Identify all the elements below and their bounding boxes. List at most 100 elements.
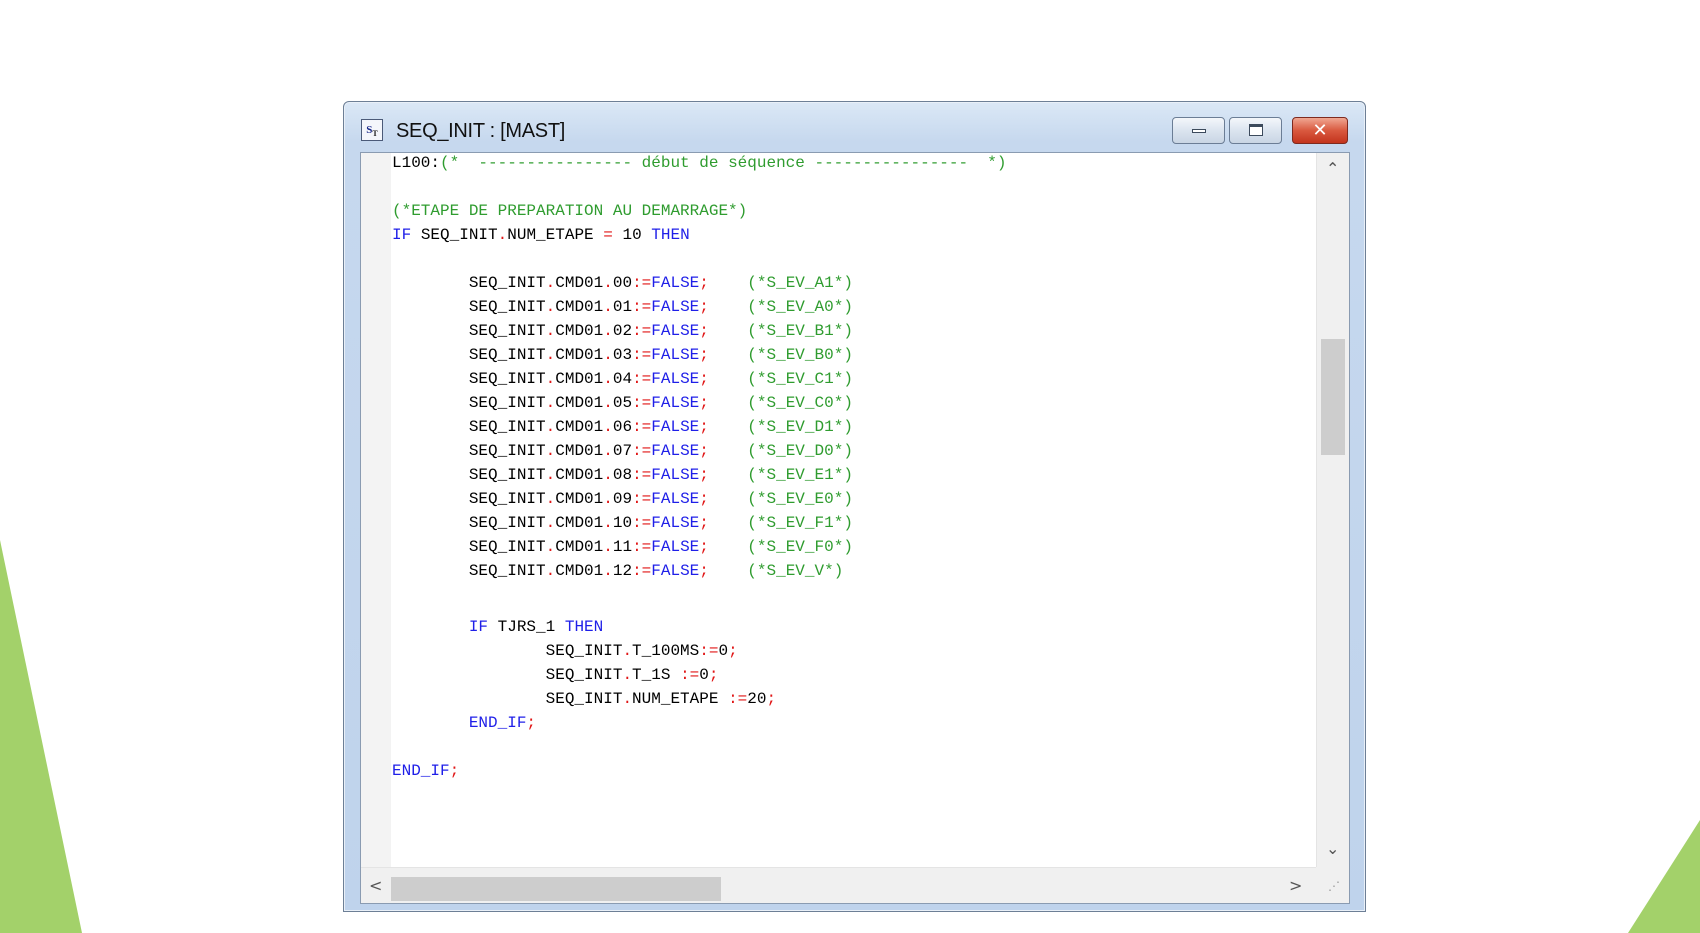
code-token: . [603,490,613,508]
code-token: . [545,514,556,532]
slide-accent-left [0,540,82,933]
code-token: SEQ_INIT [392,322,546,340]
code-line[interactable]: SEQ_INIT.CMD01.06:=FALSE; (*S_EV_D1*) [392,417,853,437]
code-token: (*S_EV_D1*) [708,418,853,436]
code-token: . [545,370,556,388]
maximize-button[interactable] [1229,117,1282,144]
code-token: . [603,538,613,556]
code-token: THEN [564,618,604,636]
resize-grip-icon[interactable]: ⋰ [1316,867,1349,903]
horizontal-scrollbar[interactable]: < > [361,867,1316,903]
code-token: 09 [612,490,633,508]
code-token: SEQ_INIT [392,274,546,292]
code-token: 12 [612,562,633,580]
code-editor[interactable]: L100:(* ---------------- début de séquen… [392,153,1316,867]
code-line[interactable]: SEQ_INIT.CMD01.10:=FALSE; (*S_EV_F1*) [392,513,853,533]
code-token: 05 [612,394,633,412]
code-token: SEQ_INIT [420,226,498,244]
code-token: (*S_EV_B1*) [708,322,853,340]
code-token: . [603,514,613,532]
code-token: ; [699,274,709,292]
code-line[interactable]: END_IF; [392,713,536,733]
code-token: := [632,442,652,460]
code-line[interactable]: SEQ_INIT.T_100MS:=0; [392,641,738,661]
code-token: FALSE [651,514,700,532]
code-line[interactable]: SEQ_INIT.CMD01.09:=FALSE; (*S_EV_E0*) [392,489,853,509]
code-token: 20 [747,690,767,708]
title-bar[interactable]: ST SEQ_INIT : [MAST] ✕ [344,102,1365,152]
editor-window: ST SEQ_INIT : [MAST] ✕ L100:(* ---------… [343,101,1366,912]
code-token: 07 [612,442,633,460]
code-token: . [622,642,633,660]
vertical-scrollbar[interactable]: ⌃ ⌄ [1316,153,1349,867]
close-button[interactable]: ✕ [1292,117,1348,144]
code-line[interactable]: SEQ_INIT.CMD01.01:=FALSE; (*S_EV_A0*) [392,297,853,317]
code-token: IF [392,618,498,636]
code-line[interactable]: SEQ_INIT.T_1S :=0; [392,665,719,685]
code-token: ; [699,370,709,388]
code-token: T_1S [632,666,681,684]
code-line[interactable]: IF TJRS_1 THEN [392,617,603,637]
code-line[interactable]: SEQ_INIT.CMD01.00:=FALSE; (*S_EV_A1*) [392,273,853,293]
code-token: ; [699,298,709,316]
code-token: CMD01 [555,274,604,292]
code-token: ; [699,346,709,364]
minimize-button[interactable] [1172,117,1225,144]
editor-gutter [361,153,391,867]
code-line[interactable]: SEQ_INIT.CMD01.02:=FALSE; (*S_EV_B1*) [392,321,853,341]
code-token: CMD01 [555,442,604,460]
code-token: CMD01 [555,466,604,484]
code-token: ; [708,666,719,684]
code-token: := [728,690,748,708]
code-token: ; [699,394,709,412]
code-token: CMD01 [555,514,604,532]
code-line[interactable]: SEQ_INIT.CMD01.11:=FALSE; (*S_EV_F0*) [392,537,853,557]
code-token: (*S_EV_C1*) [708,370,853,388]
code-token: FALSE [651,322,700,340]
code-token: SEQ_INIT [392,298,546,316]
code-line[interactable]: IF SEQ_INIT.NUM_ETAPE = 10 THEN [392,225,690,245]
code-token: 11 [612,538,633,556]
code-token: THEN [651,226,690,244]
horizontal-scroll-thumb[interactable] [391,877,721,901]
code-token: IF [392,226,421,244]
code-token: ; [526,714,537,732]
chevron-right-icon[interactable]: > [1289,876,1302,895]
code-token: END_IF [392,762,450,780]
code-token: . [545,346,556,364]
code-line[interactable]: SEQ_INIT.CMD01.08:=FALSE; (*S_EV_E1*) [392,465,853,485]
code-token: ; [766,690,777,708]
code-token: . [603,418,613,436]
code-token: ; [699,466,709,484]
code-token: . [545,298,556,316]
code-token: CMD01 [555,490,604,508]
code-token: 08 [612,466,633,484]
code-token: (*S_EV_D0*) [708,442,853,460]
code-token: = [603,226,613,244]
code-token: 0 [718,642,729,660]
code-line[interactable]: (*ETAPE DE PREPARATION AU DEMARRAGE*) [392,201,747,221]
code-token: . [603,466,613,484]
code-line[interactable]: SEQ_INIT.CMD01.12:=FALSE; (*S_EV_V*) [392,561,844,581]
code-line[interactable]: SEQ_INIT.CMD01.04:=FALSE; (*S_EV_C1*) [392,369,853,389]
code-token: (*S_EV_B0*) [708,346,853,364]
code-token: (*S_EV_F1*) [708,514,853,532]
code-token: ; [699,442,709,460]
code-line[interactable]: SEQ_INIT.CMD01.05:=FALSE; (*S_EV_C0*) [392,393,853,413]
code-line[interactable]: SEQ_INIT.CMD01.07:=FALSE; (*S_EV_D0*) [392,441,853,461]
code-token: := [632,538,652,556]
code-token: T_100MS [632,642,700,660]
code-token: := [680,666,700,684]
code-line[interactable]: L100:(* ---------------- début de séquen… [392,153,1007,173]
chevron-left-icon[interactable]: < [369,876,382,895]
chevron-up-icon[interactable]: ⌃ [1326,159,1339,178]
code-token: . [545,418,556,436]
code-line[interactable]: SEQ_INIT.CMD01.03:=FALSE; (*S_EV_B0*) [392,345,853,365]
code-token: SEQ_INIT [392,442,546,460]
code-line[interactable]: END_IF; [392,761,459,781]
code-token: := [632,298,652,316]
code-line[interactable]: SEQ_INIT.NUM_ETAPE :=20; [392,689,776,709]
chevron-down-icon[interactable]: ⌄ [1326,839,1339,858]
code-token: 03 [612,346,633,364]
vertical-scroll-thumb[interactable] [1321,339,1345,455]
